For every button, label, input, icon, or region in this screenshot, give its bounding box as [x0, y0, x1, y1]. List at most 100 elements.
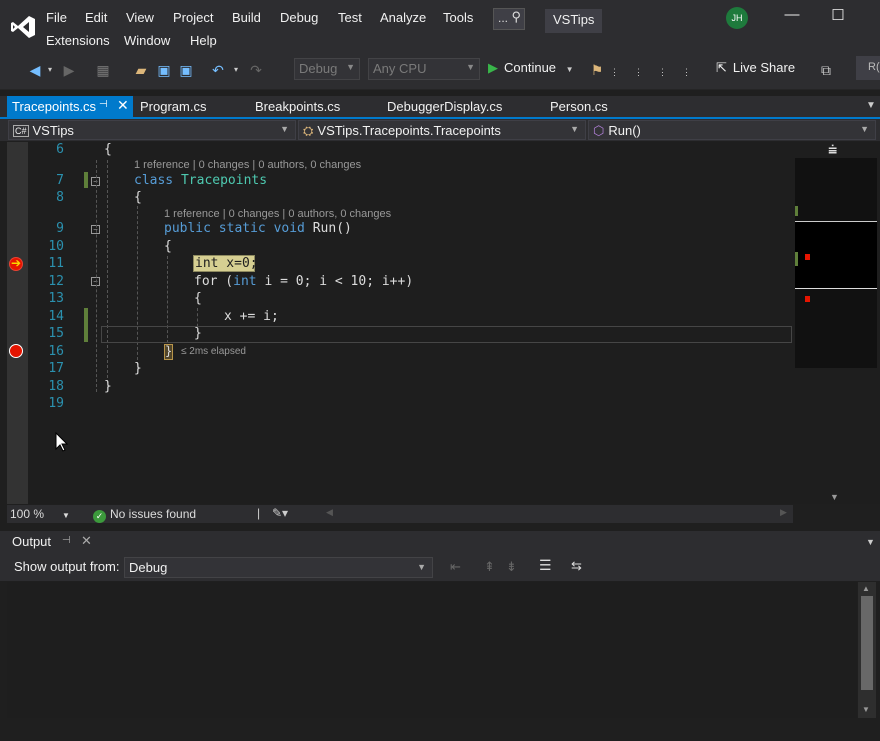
menu-build[interactable]: Build — [232, 10, 261, 25]
minimize-button[interactable]: — — [780, 6, 804, 28]
tab-breakpoints[interactable]: Breakpoints.cs — [255, 96, 340, 118]
debug-location-icon[interactable]: ⚑ — [588, 60, 606, 80]
close-icon[interactable]: ✕ — [81, 533, 92, 549]
live-share-label: Live Share — [732, 60, 796, 75]
change-marker — [84, 308, 88, 342]
tab-list-dropdown-icon[interactable]: ▼ — [866, 100, 876, 111]
menu-project[interactable]: Project — [173, 10, 213, 25]
scroll-right-icon[interactable]: ▶ — [780, 507, 787, 518]
zoom-select[interactable]: 100 % ▼ — [10, 507, 70, 521]
pin-icon[interactable]: ⊣ — [99, 99, 108, 110]
code-editor[interactable] — [7, 142, 793, 504]
output-title: Output — [12, 534, 52, 549]
code-line-12: for (int i = 0; i < 10; i++) — [194, 274, 413, 289]
menu-tools[interactable]: Tools — [443, 10, 473, 25]
type-select[interactable]: ⛭ VSTips.Tracepoints.Tracepoints ▼ — [298, 120, 586, 140]
code-line-14: x += i; — [224, 309, 279, 324]
for-clause: i = 0; i < 10; i++) — [256, 274, 414, 289]
keyword: class — [134, 173, 174, 188]
chevron-down-icon: ▼ — [346, 62, 355, 72]
code-cleanup-icon[interactable]: ✎▾ — [272, 506, 288, 520]
next-message-icon[interactable]: ⇟ — [506, 559, 517, 575]
output-text-area[interactable] — [7, 582, 857, 718]
breakpoint-icon[interactable] — [9, 344, 23, 358]
maximize-button[interactable]: ☐ — [826, 6, 850, 28]
output-source-select[interactable]: Debug ▼ — [124, 557, 433, 578]
line-number: 10 — [48, 239, 64, 254]
step-into-icon[interactable]: ⋮ — [634, 62, 643, 82]
chevron-down-icon: ▼ — [466, 62, 475, 72]
step-icon[interactable]: ⋮ — [610, 62, 619, 82]
save-icon[interactable]: ▣ — [156, 60, 172, 80]
breakpoint-margin[interactable] — [7, 142, 28, 504]
mouse-cursor-icon — [55, 432, 69, 452]
scroll-left-icon[interactable]: ◀ — [326, 507, 333, 518]
menu-extensions[interactable]: Extensions — [46, 33, 110, 48]
previous-message-icon[interactable]: ⇞ — [484, 559, 495, 575]
clear-all-icon[interactable]: ☰ — [539, 557, 552, 574]
tab-debuggerdisplay[interactable]: DebuggerDisplay.cs — [387, 96, 502, 118]
menu-file[interactable]: File — [46, 10, 67, 25]
line-number: 6 — [56, 142, 64, 157]
chevron-down-icon: ▼ — [570, 124, 579, 134]
elapsed-time-tip: ≤ 2ms elapsed — [181, 346, 246, 357]
divider: | — [257, 506, 261, 520]
undo-dropdown-icon[interactable]: ▾ — [232, 60, 240, 80]
breakpoint-current-icon[interactable]: ➔ — [9, 256, 23, 271]
tab-tracepoints[interactable]: Tracepoints.cs ⊣ ✕ — [7, 96, 133, 118]
line-number: 15 — [48, 326, 64, 341]
new-project-icon[interactable]: ▦ — [95, 60, 111, 80]
issues-indicator[interactable]: ✓ No issues found — [93, 507, 196, 523]
feedback-icon[interactable]: ⧉ — [818, 60, 834, 80]
undo-icon[interactable]: ↶ — [210, 60, 226, 80]
member-value: Run() — [608, 123, 641, 138]
close-icon[interactable]: ✕ — [117, 97, 129, 114]
menu-analyze[interactable]: Analyze — [380, 10, 426, 25]
navigate-back-icon[interactable]: ◀ — [28, 60, 42, 80]
scroll-down-icon[interactable]: ▼ — [862, 705, 870, 714]
find-message-icon[interactable]: ⇤ — [450, 559, 461, 575]
menu-help[interactable]: Help — [190, 33, 217, 48]
scroll-down-icon[interactable]: ▼ — [830, 492, 839, 502]
user-avatar[interactable]: JH — [726, 7, 748, 29]
menu-edit[interactable]: Edit — [85, 10, 107, 25]
codelens-class[interactable]: 1 reference | 0 changes | 0 authors, 0 c… — [134, 159, 361, 171]
keyword: int — [233, 274, 257, 289]
current-line-highlight — [101, 326, 792, 343]
map-breakpoint-marker — [805, 254, 810, 260]
visual-studio-logo-icon[interactable] — [10, 14, 36, 40]
project-select[interactable]: C# VSTips ▼ — [8, 120, 296, 140]
search-box[interactable]: ... ⚲ — [493, 8, 525, 30]
continue-button[interactable]: ▶ Continue ▼ — [488, 60, 574, 82]
menu-test[interactable]: Test — [338, 10, 362, 25]
output-scroll-thumb[interactable] — [861, 596, 873, 690]
scroll-up-icon[interactable]: ▲ — [862, 584, 870, 593]
codelens-method[interactable]: 1 reference | 0 changes | 0 authors, 0 c… — [164, 208, 391, 220]
menu-window[interactable]: Window — [124, 33, 170, 48]
redo-icon[interactable]: ↷ — [248, 60, 264, 80]
change-marker — [84, 172, 88, 188]
tab-person[interactable]: Person.cs — [550, 96, 608, 118]
pin-icon[interactable]: ⊣ — [62, 535, 71, 546]
back-dropdown-icon[interactable]: ▾ — [46, 60, 54, 80]
menu-view[interactable]: View — [126, 10, 154, 25]
step-over-icon[interactable]: ⋮ — [658, 62, 667, 82]
toggle-word-wrap-icon[interactable]: ⇆ — [571, 558, 582, 574]
open-file-icon[interactable]: ▰ — [133, 60, 149, 80]
live-share-button[interactable]: ⇱ Live Share — [716, 60, 795, 76]
navigate-forward-icon[interactable]: ▶ — [62, 60, 76, 80]
solution-name: VSTips — [545, 9, 603, 33]
menu-debug[interactable]: Debug — [280, 10, 318, 25]
indent-guide — [137, 206, 138, 370]
chevron-down-icon: ▼ — [62, 511, 70, 520]
configuration-select[interactable]: Debug ▼ — [294, 58, 360, 80]
save-all-icon[interactable]: ▣ — [178, 60, 194, 80]
member-select[interactable]: ⬡ Run() ▼ — [588, 120, 876, 140]
pane-menu-icon[interactable]: ▼ — [866, 537, 875, 547]
tab-program[interactable]: Program.cs — [140, 96, 206, 118]
r-button[interactable]: R( — [856, 56, 880, 80]
map-change-marker — [795, 252, 798, 266]
platform-select[interactable]: Any CPU ▼ — [368, 58, 480, 80]
step-out-icon[interactable]: ⋮ — [682, 62, 691, 82]
code-line-11: int x=0; — [195, 256, 258, 271]
